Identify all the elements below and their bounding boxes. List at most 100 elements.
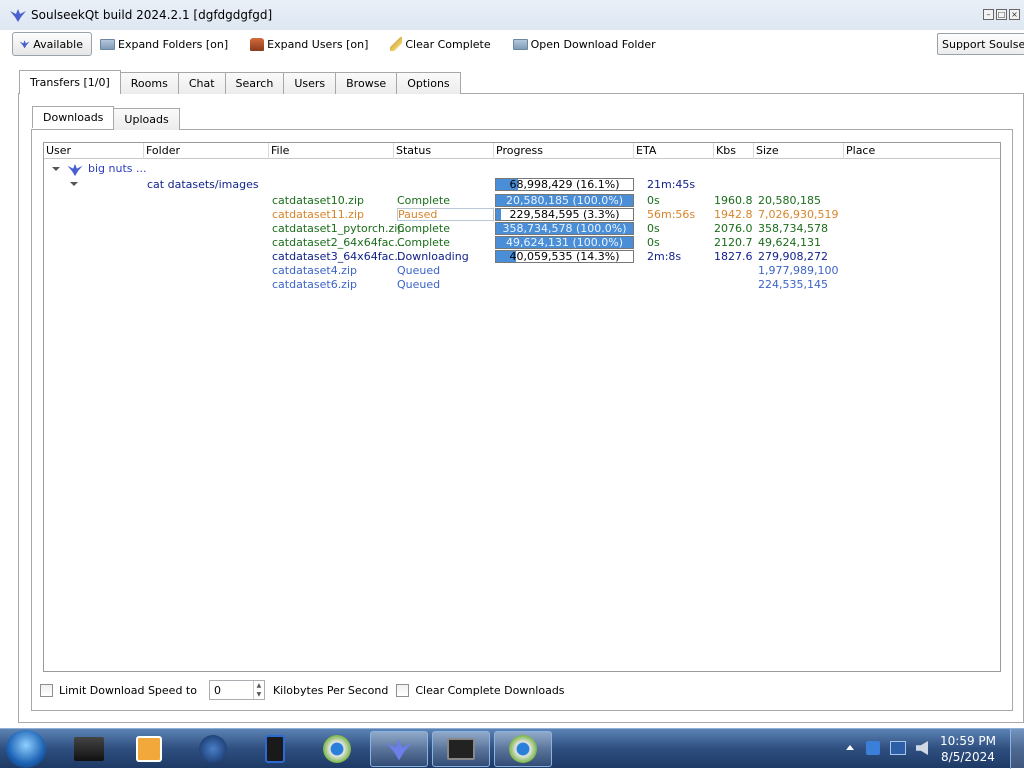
table-row[interactable]: catdataset1_pytorch.zip Complete 358,734,5… (44, 222, 1000, 236)
size-text: 279,908,272 (758, 250, 828, 263)
folder-progress-text: 68,998,429 (16.1%) (509, 178, 620, 191)
tablet-icon (265, 735, 285, 763)
status-text: Queued (397, 264, 441, 277)
speed-spinbox[interactable]: 0 ▲ ▼ (208, 680, 265, 700)
column-status[interactable]: Status (394, 143, 494, 159)
column-folder[interactable]: Folder (144, 143, 269, 159)
table-row[interactable]: catdataset10.zip Complete 20,580,185 (100.… (44, 194, 1000, 208)
tab-options[interactable]: Options (396, 72, 461, 94)
size-text: 224,535,145 (758, 278, 828, 291)
column-file[interactable]: File (269, 143, 394, 159)
kbs-text: 1960.8 (714, 194, 752, 207)
volume-icon[interactable] (916, 741, 928, 755)
restore-button[interactable]: □ (996, 9, 1007, 20)
table-row[interactable]: catdataset11.zip Paused 229,584,595 (3.3%)… (44, 208, 1000, 222)
clock-time: 10:59 PM (940, 734, 996, 748)
support-soulseek-button[interactable]: Support Soulseek (937, 33, 1024, 55)
window-title: SoulseekQt build 2024.2.1 [dgfdgdgfgd] (31, 8, 273, 22)
file-name: catdataset4.zip (272, 264, 357, 277)
folder-row[interactable]: cat datasets/images 68,998,429 (16.1%) 2… (44, 178, 1000, 192)
tab-search[interactable]: Search (224, 72, 285, 94)
status-text: Queued (397, 278, 441, 291)
speed-value: 0 (213, 683, 221, 697)
folder-progress-bar: 68,998,429 (16.1%) (495, 178, 634, 191)
show-desktop-button[interactable] (1010, 729, 1024, 769)
minimize-button[interactable]: – (983, 9, 994, 20)
expand-arrow-icon[interactable] (52, 167, 60, 171)
tab-chat[interactable]: Chat (177, 72, 226, 94)
size-text: 7,026,930,519 (758, 208, 839, 221)
expand-users-button[interactable]: Expand Users [on] (246, 32, 372, 56)
table-row[interactable]: catdataset4.zip Queued 1,977,989,100 (44, 264, 1000, 278)
table-row[interactable]: catdataset3_64x64fac... Downloading 40,059… (44, 250, 1000, 264)
system-tray: 10:59 PM 8/5/2024 (838, 729, 1024, 769)
column-progress[interactable]: Progress (494, 143, 634, 159)
clock[interactable]: 10:59 PM 8/5/2024 (940, 733, 996, 765)
spin-down-icon[interactable]: ▼ (254, 690, 264, 699)
column-user[interactable]: User (44, 143, 144, 159)
status-text: Paused (397, 208, 494, 221)
taskbar-app-globe[interactable] (184, 731, 242, 767)
tab-browse[interactable]: Browse (335, 72, 398, 94)
available-button[interactable]: Available (12, 32, 92, 56)
column-place[interactable]: Place (844, 143, 1000, 159)
spin-up-icon[interactable]: ▲ (254, 681, 264, 690)
clear-complete-downloads-label: Clear Complete Downloads (415, 683, 565, 697)
tray-app-icon[interactable] (866, 741, 880, 755)
taskbar-app-browser-2[interactable] (494, 731, 552, 767)
taskbar-app-browser[interactable] (308, 731, 366, 767)
title-bar: SoulseekQt build 2024.2.1 [dgfdgdgfgd] –… (0, 0, 1024, 30)
expand-folders-button[interactable]: Expand Folders [on] (96, 32, 232, 56)
network-icon[interactable] (890, 741, 906, 755)
open-download-folder-button[interactable]: Open Download Folder (509, 32, 660, 56)
taskbar-app-media-player[interactable] (120, 731, 178, 767)
terminal-icon (74, 737, 104, 761)
kbs-text (714, 278, 752, 292)
progress-bar: 20,580,185 (100.0%) (495, 194, 634, 207)
file-name: catdataset3_64x64fac... (272, 250, 405, 263)
table-row[interactable]: catdataset6.zip Queued 224,535,145 (44, 278, 1000, 292)
close-button[interactable]: × (1009, 9, 1020, 20)
progress-bar: 49,624,131 (100.0%) (495, 236, 634, 249)
table-header: User Folder File Status Progress ETA Kbs… (44, 143, 1000, 159)
taskbar-app-tablet[interactable] (246, 731, 304, 767)
column-size[interactable]: Size (754, 143, 844, 159)
limit-speed-checkbox[interactable] (40, 683, 53, 697)
progress-bar: 40,059,535 (14.3%) (495, 250, 634, 263)
tab-uploads[interactable]: Uploads (113, 108, 180, 130)
table-row[interactable]: catdataset2_64x64fac... Complete 49,624,13… (44, 236, 1000, 250)
browser-icon (509, 735, 537, 763)
file-name: catdataset6.zip (272, 278, 357, 291)
expand-arrow-icon[interactable] (70, 182, 78, 186)
clear-complete-downloads-checkbox[interactable] (396, 683, 410, 697)
tab-rooms[interactable]: Rooms (119, 72, 179, 94)
tab-users[interactable]: Users (283, 72, 337, 94)
taskbar-app-monitor[interactable] (432, 731, 490, 767)
kbps-label: Kilobytes Per Second (272, 683, 389, 697)
folder-eta: 21m:45s (647, 178, 696, 191)
clear-complete-button[interactable]: Clear Complete (386, 32, 494, 56)
taskbar: 10:59 PM 8/5/2024 (0, 728, 1024, 769)
progress-text: 229,584,595 (3.3%) (509, 208, 620, 221)
status-text: Downloading (397, 250, 469, 263)
start-button[interactable] (6, 730, 46, 768)
tab-transfers[interactable]: Transfers [1/0] (19, 70, 121, 94)
soulseek-bird-icon (67, 163, 83, 177)
spin-arrows[interactable]: ▲ ▼ (252, 681, 264, 699)
clock-date: 8/5/2024 (941, 750, 995, 764)
users-icon (250, 37, 265, 51)
available-label: Available (33, 37, 83, 51)
column-kbs[interactable]: Kbs (714, 143, 754, 159)
sub-tabs: Downloads Uploads (32, 106, 180, 130)
taskbar-app-soulseek[interactable] (370, 731, 428, 767)
user-row[interactable]: big nuts ... (44, 162, 1000, 177)
column-eta[interactable]: ETA (634, 143, 714, 159)
soulseek-bird-icon (19, 40, 30, 49)
taskbar-app-terminal[interactable] (60, 731, 118, 767)
tray-expand-icon[interactable] (846, 745, 854, 750)
main-tabs: Transfers [1/0] Rooms Chat Search Users … (19, 70, 461, 94)
status-text: Complete (397, 194, 451, 207)
eta-text: 0s (647, 194, 660, 207)
downloads-table: User Folder File Status Progress ETA Kbs… (43, 142, 1001, 672)
tab-downloads[interactable]: Downloads (32, 106, 115, 128)
